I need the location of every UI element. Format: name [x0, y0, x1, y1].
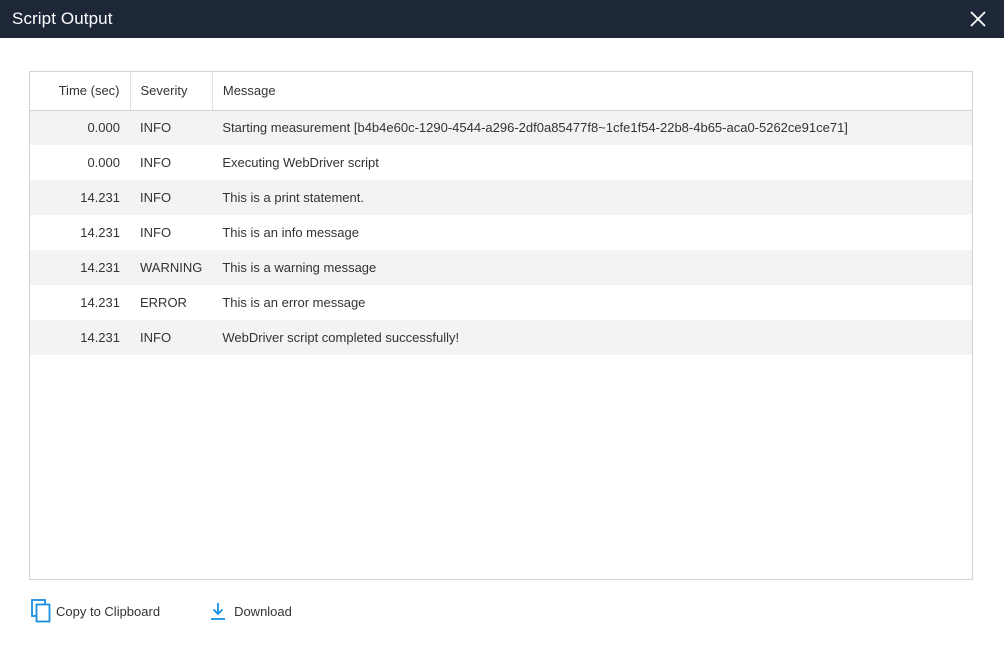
table-header-row: Time (sec) Severity Message	[30, 72, 972, 111]
row-time: 14.231	[80, 225, 120, 240]
row-severity: INFO	[140, 155, 172, 170]
row-message: This is a warning message	[222, 260, 377, 275]
download-icon	[211, 603, 226, 620]
row-message: This is an error message	[222, 295, 366, 310]
table-row: 0.000 INFO Executing WebDriver script	[30, 145, 972, 180]
row-severity: ERROR	[140, 295, 187, 310]
column-header-message[interactable]: Message	[212, 72, 972, 111]
row-message: This is an info message	[222, 225, 359, 240]
row-message: WebDriver script completed successfully!	[222, 330, 460, 345]
row-message: This is a print statement.	[222, 190, 364, 205]
dialog-actions: Copy to Clipboard Download	[31, 598, 292, 624]
table-row: 14.231 ERROR This is an error message	[30, 285, 972, 320]
close-icon[interactable]	[969, 10, 987, 28]
row-severity: WARNING	[140, 260, 203, 275]
row-message: Executing WebDriver script	[222, 155, 379, 170]
table-row: 0.000 INFO Starting measurement [b4b4e60…	[30, 110, 972, 145]
row-severity: INFO	[140, 190, 172, 205]
dialog-titlebar: Script Output	[0, 0, 1004, 38]
row-message: Starting measurement [b4b4e60c-1290-4544…	[222, 120, 848, 136]
row-time: 14.231	[80, 295, 120, 310]
download-label: Download	[234, 603, 292, 619]
copy-to-clipboard-label: Copy to Clipboard	[56, 603, 161, 619]
column-header-time[interactable]: Time (sec)	[30, 72, 131, 111]
copy-icon	[31, 599, 51, 623]
table-row: 14.231 WARNING This is a warning message	[30, 250, 972, 285]
table-row: 14.231 INFO This is a print statement.	[30, 180, 972, 215]
download-button[interactable]: Download	[210, 601, 292, 621]
row-time: 14.231	[80, 190, 120, 205]
row-time: 0.000	[87, 120, 120, 136]
log-table: Time (sec) Severity Message 0.000 INFO S…	[30, 72, 972, 355]
row-time: 14.231	[80, 260, 120, 275]
table-row: 14.231 INFO WebDriver script completed s…	[30, 320, 972, 355]
row-time: 0.000	[87, 155, 120, 170]
table-row: 14.231 INFO This is an info message	[30, 215, 972, 250]
log-table-body: 0.000 INFO Starting measurement [b4b4e60…	[30, 110, 972, 355]
log-table-container[interactable]: Time (sec) Severity Message 0.000 INFO S…	[29, 71, 973, 580]
copy-to-clipboard-button[interactable]: Copy to Clipboard	[31, 599, 160, 623]
row-severity: INFO	[140, 330, 172, 345]
column-header-severity[interactable]: Severity	[130, 72, 213, 111]
row-time: 14.231	[80, 330, 120, 345]
dialog-title: Script Output	[12, 9, 113, 28]
row-severity: INFO	[140, 225, 172, 240]
row-severity: INFO	[140, 120, 172, 136]
